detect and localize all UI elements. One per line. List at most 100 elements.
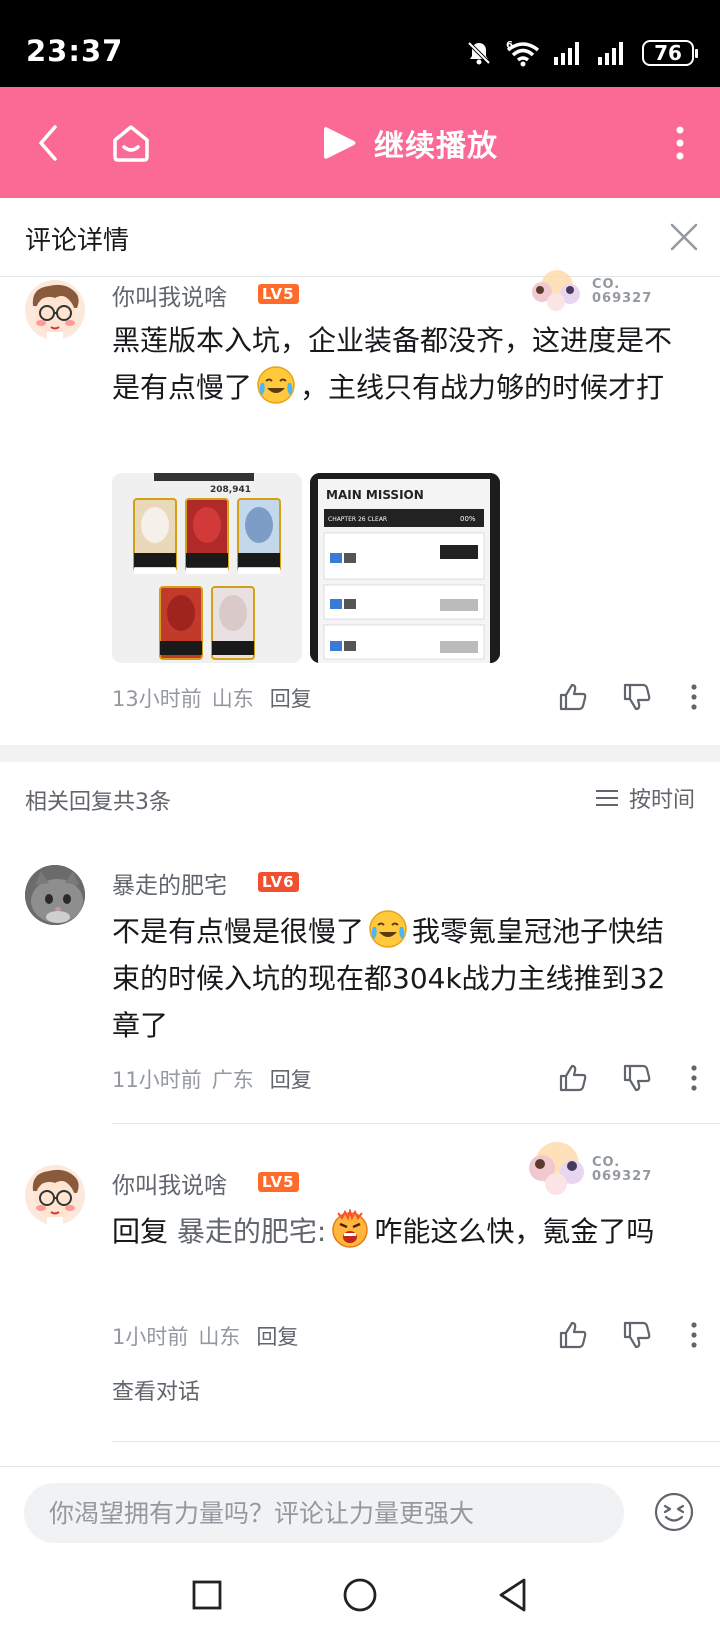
mission-progress: 00%	[460, 515, 476, 523]
thumbs-down-icon	[623, 683, 651, 711]
reply-text-part2: 咋能这么快，氪金了吗	[374, 1215, 655, 1248]
sort-lines-icon	[595, 790, 618, 806]
battery-indicator: 76	[642, 40, 698, 66]
triangle-back-icon	[499, 1578, 526, 1612]
status-time: 23:37	[26, 34, 124, 68]
thumbs-up-icon	[559, 683, 587, 711]
top-nav: 继续播放	[0, 87, 720, 198]
comment-detail-header: 评论详情	[0, 198, 720, 277]
fan-badge[interactable]: CO. 069327	[522, 270, 652, 314]
username[interactable]: 暴走的肥宅	[112, 866, 227, 900]
comment-more-button[interactable]	[684, 680, 704, 714]
reply-location: 广东	[211, 1068, 254, 1092]
continue-play-button[interactable]: 继续播放	[320, 117, 498, 169]
comment-meta: 13小时前 山东 回复	[112, 683, 312, 713]
page-title: 评论详情	[25, 226, 130, 256]
username[interactable]: 你叫我说啥	[112, 1166, 227, 1200]
close-icon	[670, 223, 698, 251]
avatar-cartoon-icon	[32, 284, 79, 340]
level-badge: LV5	[258, 284, 299, 304]
comment-text-part2: ，主线只有战力够的时候才打	[300, 371, 665, 404]
mission-chapter: CHAPTER 26 CLEAR	[328, 516, 387, 523]
cry-laugh-emoji-icon	[256, 365, 296, 405]
square-icon	[192, 1580, 222, 1610]
badge-prefix: CO.	[592, 1155, 621, 1170]
home-nav-button[interactable]	[337, 1572, 383, 1618]
fan-badge-icon	[532, 270, 580, 311]
power-value: 208,941	[210, 485, 251, 495]
emoji-button[interactable]	[653, 1491, 695, 1533]
dislike-button[interactable]	[620, 1061, 654, 1095]
view-conversation-link[interactable]: 查看对话	[112, 1374, 200, 1406]
level-badge: LV5	[258, 1172, 299, 1192]
thumbs-down-icon	[623, 1321, 651, 1349]
system-navigation-bar	[0, 1556, 720, 1633]
dislike-button[interactable]	[620, 680, 654, 714]
angry-shock-emoji-icon	[330, 1207, 370, 1249]
avatar[interactable]	[25, 280, 85, 340]
reply-divider	[112, 1123, 720, 1124]
like-button[interactable]	[556, 680, 590, 714]
reply-time: 11小时前	[112, 1068, 202, 1092]
reply-button[interactable]: 回复	[256, 1321, 298, 1351]
comment-image-2[interactable]: MAIN MISSION CHAPTER 26 CLEAR 00%	[310, 473, 500, 663]
reply-actions	[556, 1318, 704, 1352]
reply-prefix: 回复	[112, 1215, 177, 1248]
circle-icon	[343, 1578, 377, 1612]
thumbs-up-icon	[559, 1064, 587, 1092]
close-button[interactable]	[662, 215, 706, 259]
like-button[interactable]	[556, 1318, 590, 1352]
home-button[interactable]	[103, 115, 159, 171]
thumbs-up-icon	[559, 1321, 587, 1349]
play-icon	[324, 127, 356, 159]
fan-badge-icon	[529, 1142, 584, 1195]
status-icons: 6 76	[466, 38, 698, 68]
more-vertical-icon	[691, 1322, 697, 1348]
reply-divider	[112, 1441, 720, 1442]
comment-image-1[interactable]: 208,941	[112, 473, 302, 663]
badge-prefix: CO.	[592, 277, 621, 292]
svg-text:6: 6	[506, 40, 513, 51]
cry-laugh-emoji-icon	[368, 909, 408, 949]
recent-apps-button[interactable]	[184, 1572, 230, 1618]
related-count: 相关回复共3条	[25, 790, 171, 815]
character-cards-image: 208,941	[112, 473, 302, 663]
reply-more-button[interactable]	[684, 1061, 704, 1095]
signal-2-icon	[598, 42, 623, 65]
reply-text-part1: 不是有点慢是很慢了	[112, 915, 365, 948]
emoji-face-icon	[654, 1492, 694, 1532]
fan-badge[interactable]: CO. 069327	[522, 1140, 652, 1200]
comment-actions	[556, 680, 704, 714]
reply-button[interactable]: 回复	[270, 1064, 312, 1094]
reply-meta: 1小时前 山东 回复	[112, 1321, 298, 1351]
home-icon	[113, 125, 149, 162]
back-nav-button[interactable]	[490, 1572, 536, 1618]
reply-actions	[556, 1061, 704, 1095]
more-vertical-icon	[676, 126, 684, 160]
reply-target-user[interactable]: 暴走的肥宅:	[177, 1215, 326, 1248]
avatar[interactable]	[25, 865, 85, 925]
username[interactable]: 你叫我说啥	[112, 278, 227, 312]
more-vertical-icon	[691, 684, 697, 710]
reply-content: 不是有点慢是很慢了 我零氪皇冠池子快结束的时候入坑的现在都304k战力主线推到32…	[112, 908, 692, 1049]
main-mission-screenshot: MAIN MISSION CHAPTER 26 CLEAR 00%	[310, 473, 500, 663]
reply-more-button[interactable]	[684, 1318, 704, 1352]
wifi-6-icon: 6	[506, 40, 540, 67]
mission-title: MAIN MISSION	[326, 488, 424, 502]
more-button[interactable]	[652, 115, 708, 171]
sort-label: 按时间	[628, 788, 695, 813]
chevron-left-icon	[39, 125, 57, 161]
badge-number: 069327	[592, 291, 653, 306]
like-button[interactable]	[556, 1061, 590, 1095]
sort-by-time-button[interactable]: 按时间	[595, 782, 695, 814]
avatar-cartoon-icon	[32, 1169, 79, 1225]
dislike-button[interactable]	[620, 1318, 654, 1352]
thumbs-down-icon	[623, 1064, 651, 1092]
continue-play-label: 继续播放	[374, 129, 498, 164]
comment-input[interactable]	[24, 1483, 624, 1543]
reply-button[interactable]: 回复	[270, 683, 312, 713]
badge-number: 069327	[592, 1169, 653, 1184]
comment-location: 山东	[211, 687, 254, 711]
back-button[interactable]	[20, 115, 76, 171]
avatar[interactable]	[25, 1165, 85, 1225]
